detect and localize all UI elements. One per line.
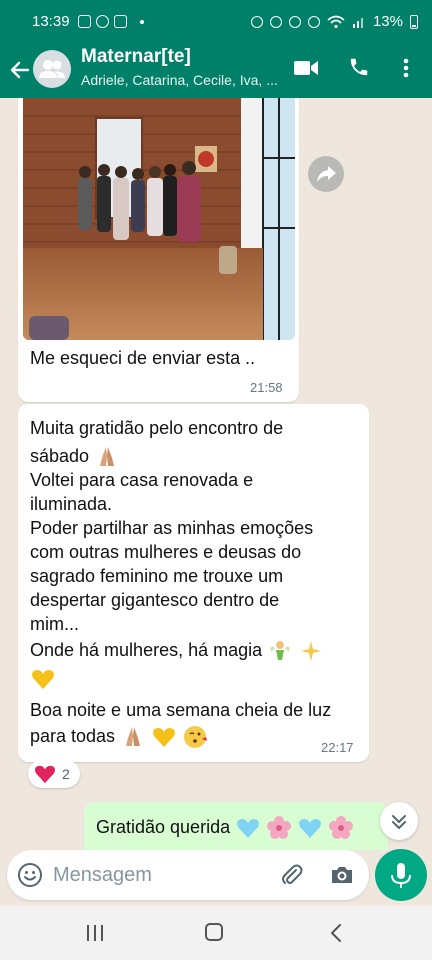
message-composer: [7, 850, 369, 900]
paperclip-icon[interactable]: [279, 862, 305, 888]
status-time: 13:39: [32, 13, 70, 30]
battery-icon: [410, 14, 418, 29]
message-line: despertar gigantesco dentro de: [30, 590, 280, 610]
sparkles-emoji-icon: [301, 641, 322, 661]
notification-icons: [78, 15, 144, 28]
cherry-blossom-emoji-icon: [267, 816, 292, 839]
microphone-icon: [391, 863, 411, 888]
message-line: Poder partilhar as minhas emoções: [30, 518, 314, 538]
message-text: sábado: [30, 445, 90, 466]
signal-icon: [352, 17, 363, 28]
forward-button[interactable]: [308, 156, 344, 192]
message-line: Muita gratidão pelo encontro de: [30, 418, 284, 438]
alarm-clock-icon: [269, 15, 282, 28]
photo-image: [23, 98, 295, 340]
alarm-icon: [250, 15, 263, 28]
message-line: mim...: [30, 614, 79, 634]
system-navigation-bar: [0, 906, 432, 960]
chat-header: Maternar[te] Adriele, Catarina, Cecile, …: [0, 46, 432, 98]
message-time: 21:58: [250, 380, 283, 395]
message-line: com outras mulheres e deusas do: [30, 542, 302, 562]
message-line: Boa noite e uma semana cheia de luz: [30, 700, 332, 720]
outgoing-message-line: Gratidão querida: [96, 815, 354, 841]
chat-area[interactable]: Me esqueci de enviar esta .. 21:58 Muita…: [0, 98, 432, 850]
image-caption: Me esqueci de enviar esta ..: [30, 348, 256, 368]
message-line-with-emoji: para todas: [30, 724, 208, 750]
message-text: Onde há mulheres, há magia: [30, 639, 263, 660]
message-line-with-emoji: Onde há mulheres, há magia: [30, 638, 324, 664]
message-text: Gratidão querida: [96, 816, 231, 837]
group-icon: [39, 60, 65, 78]
group-avatar[interactable]: [33, 50, 71, 88]
yellow-heart-emoji-icon: [32, 670, 54, 689]
emoji-icon[interactable]: [17, 862, 43, 888]
scroll-to-bottom-button[interactable]: [380, 802, 418, 840]
text-message[interactable]: Muita gratidão pelo encontro de sábado V…: [18, 404, 369, 762]
home-icon[interactable]: [205, 923, 223, 941]
more-vertical-icon[interactable]: [400, 56, 412, 80]
reaction-count: 2: [62, 766, 70, 782]
light-blue-heart-emoji-icon: [237, 819, 260, 838]
gallery-notification-icon: [78, 15, 91, 28]
yellow-heart-emoji-icon: [153, 728, 175, 747]
forward-icon: [317, 166, 336, 182]
reaction-badge[interactable]: 2: [28, 760, 80, 788]
mute-icon: [288, 15, 301, 28]
battery-percent: 13%: [372, 13, 403, 30]
download-notification-icon: [114, 15, 127, 28]
cherry-blossom-emoji-icon: [329, 816, 354, 839]
light-blue-heart-emoji-icon: [299, 819, 322, 838]
folded-hands-emoji-icon: [126, 727, 141, 746]
message-line-with-emoji: sábado: [30, 444, 120, 470]
chat-title[interactable]: Maternar[te]: [81, 46, 191, 68]
double-chevron-down-icon: [392, 815, 406, 829]
folded-hands-emoji-icon: [100, 447, 115, 466]
camera-icon[interactable]: [329, 862, 355, 888]
chat-participants[interactable]: Adriele, Catarina, Cecile, Iva, ...: [81, 72, 281, 88]
recent-apps-icon[interactable]: [85, 924, 105, 942]
message-line: Voltei para casa renovada e: [30, 470, 254, 490]
message-input[interactable]: [53, 850, 263, 900]
face-blowing-kiss-emoji-icon: [184, 726, 208, 748]
image-message[interactable]: Me esqueci de enviar esta .. 21:58: [18, 98, 299, 402]
outgoing-message[interactable]: Gratidão querida: [84, 802, 388, 850]
message-line: iluminada.: [30, 494, 113, 514]
messenger-notification-icon: [96, 15, 109, 28]
message-line: sagrado feminino me trouxe um: [30, 566, 284, 586]
phone-icon[interactable]: [348, 56, 370, 78]
group-photo[interactable]: [23, 98, 295, 340]
voice-message-button[interactable]: [375, 849, 427, 901]
back-arrow-icon[interactable]: [8, 58, 32, 82]
status-bar: 13:39 13%: [0, 0, 432, 46]
red-heart-icon: [35, 765, 55, 784]
message-text: para todas: [30, 725, 116, 746]
message-line-with-emoji: [30, 666, 56, 692]
message-time: 22:17: [321, 740, 354, 755]
nav-back-icon[interactable]: [329, 923, 343, 943]
system-status-icons: 13%: [250, 13, 418, 30]
location-icon: [307, 15, 320, 28]
fairy-emoji-icon: [270, 641, 290, 660]
video-call-icon[interactable]: [293, 58, 319, 78]
wifi-icon: [327, 15, 345, 28]
more-notifications-dot-icon: [140, 19, 144, 24]
